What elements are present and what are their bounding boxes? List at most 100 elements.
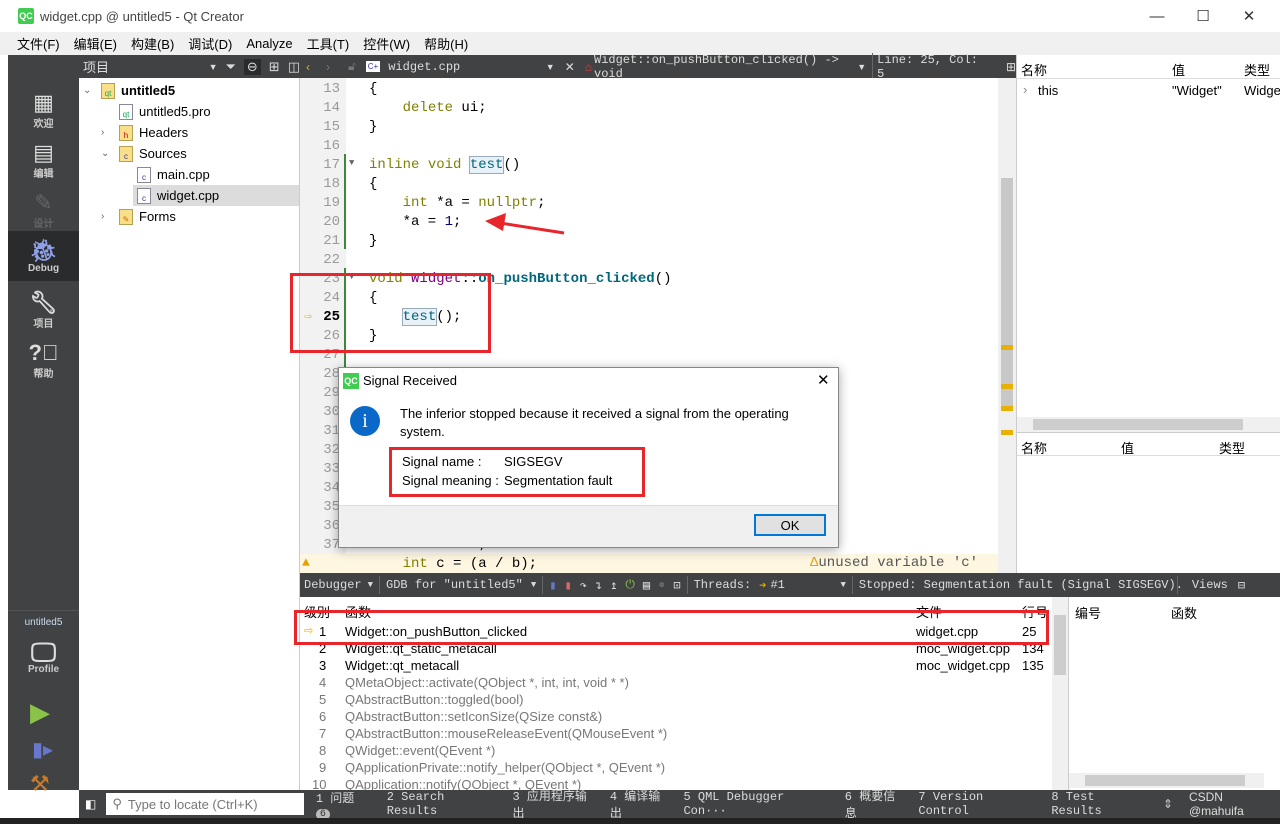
- stack-frame-row[interactable]: 8 QWidget::event(QEvent *): [300, 742, 1052, 759]
- kit-selector[interactable]: 🖵 Profile: [8, 630, 79, 685]
- tab-application-output[interactable]: 3 应用程序输出: [513, 787, 598, 821]
- tab-test-results[interactable]: 8 Test Results: [1051, 790, 1151, 818]
- fold-marker-icon[interactable]: ▼: [349, 158, 354, 168]
- chevron-down-icon[interactable]: ⌄: [101, 148, 115, 159]
- toggle-sidebar-icon[interactable]: ◧: [85, 797, 96, 811]
- menu-build[interactable]: 构建(B): [131, 34, 174, 53]
- close-views-icon[interactable]: ⊟: [1238, 578, 1245, 593]
- mode-edit[interactable]: ▤ 编辑: [8, 135, 79, 185]
- thread-selector[interactable]: #1: [770, 578, 840, 592]
- back-icon[interactable]: ‹: [306, 60, 310, 74]
- start-debugging-button[interactable]: ▮▸: [32, 737, 53, 762]
- engine-selector[interactable]: GDB for "untitled5": [386, 578, 523, 592]
- menu-edit[interactable]: 编辑(E): [74, 34, 117, 53]
- cursor-position[interactable]: Line: 25, Col: 5: [872, 52, 984, 81]
- build-button[interactable]: ⚒: [30, 771, 50, 797]
- column-value[interactable]: 值: [1172, 60, 1185, 79]
- scrollbar-thumb[interactable]: [1001, 178, 1013, 408]
- split-icon[interactable]: ⊞: [269, 59, 280, 75]
- tree-item-main-cpp[interactable]: c main.cpp: [137, 164, 210, 185]
- menu-controls[interactable]: 控件(W): [363, 34, 410, 53]
- stack-scrollbar[interactable]: [1052, 597, 1068, 790]
- tree-item-sources[interactable]: ⌄ c Sources: [101, 143, 187, 164]
- open-document-selector[interactable]: widget.cpp: [388, 60, 546, 74]
- operate-by-instruction-icon[interactable]: ▤: [643, 578, 650, 593]
- stop-debugger-icon[interactable]: ▮: [564, 578, 571, 593]
- column-level[interactable]: 级别: [304, 602, 330, 621]
- symbol-selector[interactable]: Widget::on_pushButton_clicked() -> void: [594, 53, 854, 81]
- maximize-button[interactable]: ☐: [1180, 0, 1226, 32]
- snapshot-icon[interactable]: ⊡: [673, 578, 680, 593]
- column-type[interactable]: 类型: [1244, 60, 1270, 79]
- more-tabs-icon[interactable]: ⇕: [1163, 797, 1173, 811]
- fold-marker-icon[interactable]: ▼: [349, 272, 354, 282]
- filter-icon[interactable]: ⏷: [225, 59, 235, 75]
- minimize-button[interactable]: —: [1134, 0, 1180, 32]
- chevron-down-icon[interactable]: ⌄: [83, 85, 97, 96]
- stack-frame-row[interactable]: 9 QApplicationPrivate::notify_helper(QObj…: [300, 759, 1052, 776]
- chevron-right-icon[interactable]: ›: [101, 127, 115, 138]
- mode-design[interactable]: ✎ 设计: [8, 185, 79, 235]
- column-type[interactable]: 类型: [1219, 438, 1245, 457]
- menu-debug[interactable]: 调试(D): [188, 34, 232, 53]
- link-icon[interactable]: ⊖: [243, 58, 261, 75]
- locals-row-this[interactable]: › this "Widget" Widget: [1017, 81, 1280, 100]
- column-function[interactable]: 函数: [1171, 603, 1197, 622]
- column-line[interactable]: 行号: [1022, 602, 1048, 621]
- tree-item-forms[interactable]: › ✎ Forms: [101, 206, 176, 227]
- split-editor-icon[interactable]: ⊞: [1006, 60, 1016, 74]
- close-pane-icon[interactable]: ◫: [288, 59, 300, 75]
- stack-frame-row[interactable]: 4 QMetaObject::activate(QObject *, int, i…: [300, 674, 1052, 691]
- column-value[interactable]: 值: [1121, 438, 1134, 457]
- column-id[interactable]: 编号: [1075, 603, 1101, 622]
- views-button[interactable]: Views: [1192, 578, 1228, 592]
- editor-scrollbar[interactable]: [998, 78, 1016, 573]
- menu-file[interactable]: 文件(F): [17, 34, 60, 53]
- stack-frame-row[interactable]: 5 QAbstractButton::toggled(bool): [300, 691, 1052, 708]
- tab-compile-output[interactable]: 4 编译输出: [610, 787, 672, 821]
- column-function[interactable]: 函数: [345, 602, 371, 621]
- chevron-down-icon[interactable]: ▼: [546, 62, 555, 72]
- stack-frame-row[interactable]: 7 QAbstractButton::mouseReleaseEvent(QMou…: [300, 725, 1052, 742]
- chevron-right-icon[interactable]: ›: [101, 211, 115, 222]
- mode-help[interactable]: ?⃝ 帮助: [8, 335, 79, 385]
- tree-item-pro-file[interactable]: qt untitled5.pro: [119, 101, 211, 122]
- close-button[interactable]: ✕: [1226, 0, 1272, 32]
- tree-item-untitled5[interactable]: ⌄ qt untitled5: [83, 80, 175, 101]
- tab-search-results[interactable]: 2 Search Results: [387, 790, 501, 818]
- step-out-icon[interactable]: ↥: [610, 578, 617, 593]
- close-document-icon[interactable]: ✕: [565, 60, 575, 74]
- step-into-icon[interactable]: ↴: [595, 578, 602, 593]
- mode-debug[interactable]: 🐞︎ Debug: [8, 231, 79, 281]
- stack-frame-row[interactable]: 6 QAbstractButton::setIconSize(QSize cons…: [300, 708, 1052, 725]
- chevron-down-icon[interactable]: ▼: [209, 62, 218, 72]
- tree-item-widget-cpp[interactable]: c widget.cpp: [133, 185, 299, 206]
- continue-icon[interactable]: ▮: [549, 578, 556, 593]
- dialog-close-button[interactable]: ✕: [817, 371, 830, 389]
- stack-frame-row[interactable]: 3 Widget::qt_metacall moc_widget.cpp 135: [300, 657, 1052, 674]
- step-over-icon[interactable]: ↷: [580, 578, 587, 593]
- ok-button[interactable]: OK: [754, 514, 826, 536]
- column-name[interactable]: 名称: [1021, 438, 1047, 457]
- tab-qml-debugger-console[interactable]: 5 QML Debugger Con···: [683, 790, 832, 818]
- record-icon[interactable]: ●: [658, 578, 665, 592]
- menu-analyze[interactable]: Analyze: [246, 36, 292, 51]
- tree-item-headers[interactable]: › h Headers: [101, 122, 188, 143]
- project-pane-title[interactable]: 项目: [83, 57, 203, 76]
- run-button[interactable]: ▶: [30, 697, 50, 728]
- stack-frame-row[interactable]: 2 Widget::qt_static_metacall moc_widget.cp…: [300, 640, 1052, 657]
- tab-general-messages[interactable]: 6 概要信息: [845, 787, 907, 821]
- chevron-down-icon[interactable]: ▼: [857, 62, 866, 72]
- mode-welcome[interactable]: ▦ 欢迎: [8, 85, 79, 135]
- chevron-right-icon[interactable]: ›: [1023, 82, 1027, 97]
- menu-tools[interactable]: 工具(T): [307, 34, 350, 53]
- stack-frame-row[interactable]: ⇨ 1 Widget::on_pushButton_clicked widget.cp…: [300, 623, 1052, 640]
- tab-issues[interactable]: 1 问题 6: [315, 789, 375, 820]
- forward-icon[interactable]: ›: [326, 60, 330, 74]
- locals-hscrollbar[interactable]: [1017, 417, 1280, 432]
- menu-help[interactable]: 帮助(H): [424, 34, 468, 53]
- threads-hscrollbar[interactable]: [1069, 773, 1264, 788]
- mode-projects[interactable]: 🔧︎ 项目: [8, 285, 79, 335]
- column-name[interactable]: 名称: [1021, 60, 1047, 79]
- locator-input[interactable]: ⚲ Type to locate (Ctrl+K): [106, 793, 304, 815]
